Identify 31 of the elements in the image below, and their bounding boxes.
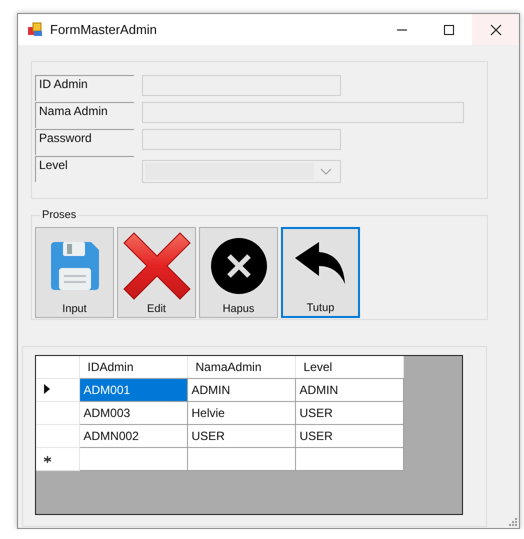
field-label: Level [35, 156, 134, 182]
table-cell[interactable]: ADMIN [187, 378, 295, 401]
column-header: Level [295, 356, 403, 378]
close-circle-icon [210, 236, 268, 294]
table-cell[interactable]: USER [295, 424, 403, 447]
field-label: ID Admin [35, 75, 134, 101]
group-title: Proses [40, 209, 78, 221]
table-cell[interactable]: ADMIN [295, 378, 403, 401]
chevron-down-icon [320, 168, 332, 176]
column-header: IDAdmin [79, 356, 187, 378]
level-dropdown[interactable] [142, 160, 341, 183]
table-cell[interactable]: USER [295, 401, 403, 424]
tool-button[interactable]: Edit [117, 227, 196, 318]
tool-button[interactable]: Tutup [281, 227, 360, 318]
tool-button[interactable]: Hapus [199, 227, 278, 318]
field-label: Nama Admin [35, 102, 134, 128]
new-row-icon [44, 456, 51, 462]
cross-icon [122, 230, 192, 300]
field-label: Password [35, 129, 134, 155]
resize-grip-icon[interactable] [509, 518, 517, 526]
table-cell[interactable]: USER [187, 424, 295, 447]
app-icon [27, 22, 43, 38]
close-icon [490, 24, 502, 36]
maximize-icon [442, 24, 454, 36]
column-header: NamaAdmin [187, 356, 295, 378]
table-cell[interactable]: ADMN002 [79, 424, 187, 447]
table-cell[interactable]: ADM003 [79, 401, 187, 424]
tool-button[interactable]: Input [35, 227, 114, 318]
table-cell[interactable]: Helvie [187, 401, 295, 424]
window-title: FormMasterAdmin [50, 22, 158, 37]
table-cell[interactable]: ADM001 [79, 378, 187, 401]
